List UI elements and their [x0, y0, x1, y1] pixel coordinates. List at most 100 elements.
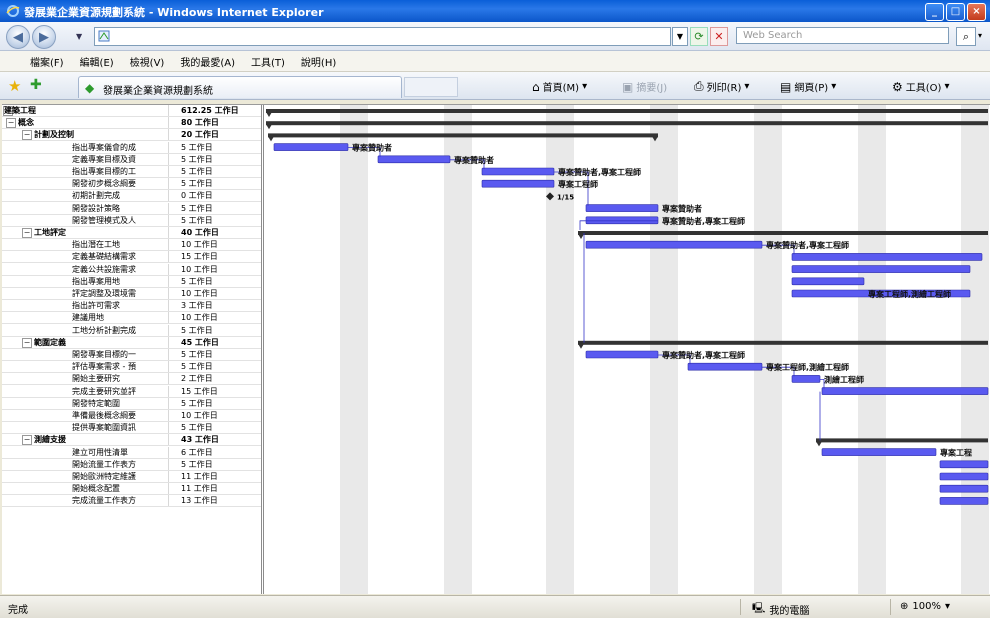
task-row[interactable]: 開始歐洲特定維護 11 工作日 [2, 471, 261, 483]
task-row[interactable]: 評估專案需求 - 預 5 工作日 [2, 361, 261, 374]
summary-task-row[interactable]: − 概念 80 工作日 [2, 117, 261, 130]
collapse-icon[interactable]: − [6, 118, 16, 129]
task-row[interactable]: 提供專案範圍資訊 5 工作日 [2, 422, 261, 435]
summary-task-row[interactable]: − 建築工程 612.25 工作日 [2, 105, 261, 117]
forward-arrow-icon[interactable]: ▶ [32, 25, 56, 49]
collapse-icon[interactable]: − [22, 228, 32, 238]
task-row[interactable]: 開始主要研究 2 工作日 [2, 373, 261, 386]
refresh-icon[interactable]: ⟳ [690, 27, 708, 46]
tools-menu-button[interactable]: ⚙ 工具(O) ▾ [892, 79, 949, 95]
collapse-icon[interactable]: − [22, 130, 32, 141]
task-duration: 10 工作日 [181, 313, 218, 323]
task-duration: 20 工作日 [181, 130, 219, 140]
feeds-button[interactable]: ▣ 摘要(J) [622, 79, 667, 95]
menu-view[interactable]: 檢視(V) [130, 54, 165, 69]
gantt-bars: 1/15專案贊助者專案贊助者專案贊助者,專案工程師專案工程師專案贊助者專案贊助者… [266, 105, 989, 594]
history-dropdown-icon[interactable]: ▼ [76, 32, 82, 41]
add-favorite-icon[interactable]: ✚ [30, 77, 42, 93]
task-row[interactable]: 指出潛在工地 10 工作日 [2, 239, 261, 252]
resource-label: 專案工程師,測繪工程師 [868, 289, 951, 299]
task-row[interactable]: 指出專案目標的工 5 工作日 [2, 166, 261, 178]
task-row[interactable]: 開始流量工作表方 5 工作日 [2, 458, 261, 471]
home-button[interactable]: ⌂ 首頁(M) ▾ [532, 79, 587, 95]
menu-bar: 檔案(F) 編輯(E) 檢視(V) 我的最愛(A) 工具(T) 說明(H) [0, 51, 990, 72]
task-duration: 5 工作日 [181, 142, 213, 152]
task-row[interactable]: 評定調整及環境需 10 工作日 [2, 288, 261, 300]
nonworking-column [650, 105, 678, 594]
task-row[interactable]: 初期計劃完成 0 工作日 [2, 190, 261, 203]
task-bar [791, 265, 971, 273]
menu-tools[interactable]: 工具(T) [251, 54, 285, 69]
summary-task-row[interactable]: − 測繪支援 43 工作日 [2, 434, 261, 447]
task-row[interactable]: 工地分析計劃完成 5 工作日 [2, 324, 261, 337]
address-input[interactable] [94, 27, 671, 46]
search-icon[interactable]: ⌕ [956, 27, 976, 46]
task-name: 開始主要研究 [72, 373, 169, 385]
task-name: 評定調整及環境需 [72, 288, 169, 299]
gantt-chart: 1/15 專案贊助者 專案贊助者 專案贊助者,專案工程師 專案工程師 專案贊助者 專案贊助者… [264, 105, 990, 594]
new-tab-button[interactable] [404, 77, 458, 97]
address-dropdown-icon[interactable]: ▼ [672, 27, 688, 46]
back-arrow-icon[interactable]: ◀ [6, 25, 30, 49]
task-row[interactable]: 開始概念配置 11 工作日 [2, 483, 261, 496]
task-row[interactable]: 定義專案目標及資 5 工作日 [2, 153, 261, 166]
task-row[interactable]: 指出專案儀會的成 5 工作日 [2, 141, 261, 154]
task-bar [585, 350, 659, 359]
task-row[interactable]: 開發初步概念綱要 5 工作日 [2, 178, 261, 191]
summary-bar [266, 109, 988, 113]
menu-edit[interactable]: 編輯(E) [80, 54, 114, 69]
task-bar [585, 216, 659, 225]
page-menu-button[interactable]: ▤ 網頁(P) ▾ [780, 79, 836, 95]
tab-bar: ★ ✚ ◆ 發展業企業資源規劃系統 ⌂ 首頁(M) ▾ ▣ 摘要(J) ⎙ 列印(… [0, 72, 990, 100]
favorites-star-icon[interactable]: ★ [8, 77, 21, 95]
task-row[interactable]: 指出許可需求 3 工作日 [2, 300, 261, 313]
task-row[interactable]: 準備最後概念綱要 10 工作日 [2, 410, 261, 422]
zoom-icon: ⊕ [900, 601, 909, 612]
task-row[interactable]: 完成流量工作表方 13 工作日 [2, 495, 261, 508]
task-row[interactable]: 開發管理模式及人 5 工作日 [2, 214, 261, 227]
tab-erp[interactable]: ◆ 發展業企業資源規劃系統 [78, 76, 402, 98]
task-row[interactable]: 定義基礎結構需求 15 工作日 [2, 251, 261, 264]
zoom-control[interactable]: ⊕ 100% ▾ [900, 601, 950, 612]
task-row[interactable]: 定義公共設施需求 10 工作日 [2, 263, 261, 276]
task-row[interactable]: 完成主要研究並評 15 工作日 [2, 385, 261, 398]
close-button[interactable]: × [967, 3, 986, 21]
task-name: 開始流量工作表方 [72, 458, 169, 470]
search-options-icon[interactable]: ▾ [978, 31, 982, 40]
minimize-button[interactable]: _ [925, 3, 944, 21]
computer-icon: 🖳 [752, 603, 766, 614]
task-duration: 11 工作日 [181, 472, 218, 481]
print-button[interactable]: ⎙ 列印(R) ▾ [694, 79, 749, 94]
summary-task-row[interactable]: − 工地評定 40 工作日 [2, 227, 261, 239]
collapse-icon[interactable]: − [22, 435, 32, 446]
task-name: 開始概念配置 [72, 483, 169, 495]
resource-label: 專案贊助者 [662, 204, 702, 214]
menu-file[interactable]: 檔案(F) [30, 54, 64, 69]
task-row[interactable]: 建議用地 10 工作日 [2, 312, 261, 325]
task-row[interactable]: 建立可用性清單 6 工作日 [2, 446, 261, 459]
internet-explorer-icon [6, 5, 20, 17]
summary-bar [266, 121, 988, 126]
resource-label: 專案贊助者,專案工程師 [662, 350, 745, 360]
summary-task-row[interactable]: − 範圍定義 45 工作日 [2, 336, 261, 349]
window-titlebar[interactable]: 發展業企業資源規劃系統 - Windows Internet Explorer … [0, 0, 990, 22]
window-title: 發展業企業資源規劃系統 - Windows Internet Explorer [24, 6, 324, 19]
task-row[interactable]: 開發專案目標的一 5 工作日 [2, 349, 261, 361]
collapse-icon[interactable]: − [22, 337, 32, 348]
task-row[interactable]: 開發設計策略 5 工作日 [2, 202, 261, 215]
status-text: 完成 [8, 605, 28, 616]
task-row[interactable]: 開發特定範圍 5 工作日 [2, 397, 261, 410]
print-icon: ⎙ [694, 79, 704, 93]
task-bar [481, 179, 555, 188]
stop-icon[interactable]: ✕ [710, 27, 728, 46]
menu-favorites[interactable]: 我的最愛(A) [180, 54, 235, 69]
maximize-button[interactable]: □ [946, 3, 965, 21]
task-duration: 5 工作日 [181, 154, 213, 164]
menu-help[interactable]: 說明(H) [301, 54, 336, 69]
summary-task-row[interactable]: − 計劃及控制 20 工作日 [2, 129, 261, 142]
task-row[interactable]: 指出專案用地 5 工作日 [2, 275, 261, 288]
search-input[interactable]: Web Search [736, 27, 949, 44]
resource-label: 專案工程師,測繪工程師 [766, 362, 849, 372]
task-name: 指出專案儀會的成 [72, 141, 169, 153]
task-duration: 43 工作日 [181, 435, 219, 445]
